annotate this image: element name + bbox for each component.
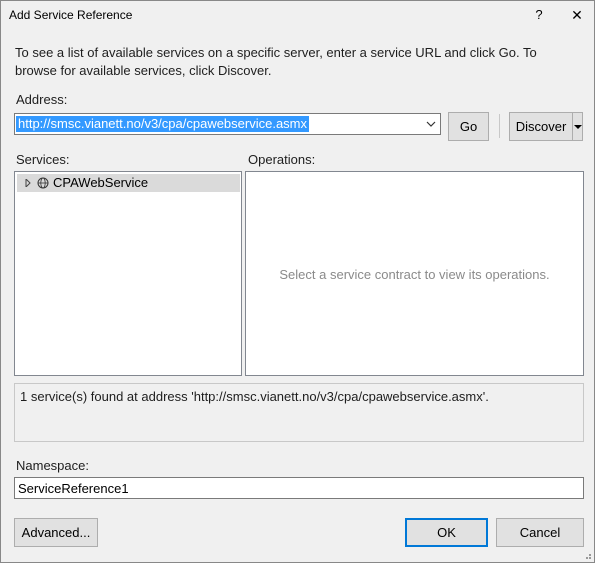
services-label: Services:: [16, 152, 70, 167]
address-input-value[interactable]: http://smsc.vianett.no/v3/cpa/cpawebserv…: [16, 116, 310, 132]
help-button[interactable]: ?: [528, 5, 550, 25]
address-label: Address:: [16, 92, 68, 107]
window-title: Add Service Reference: [9, 8, 133, 22]
expand-arrow-icon[interactable]: [25, 179, 31, 187]
status-panel: 1 service(s) found at address 'http://sm…: [14, 383, 584, 442]
tree-item-label: CPAWebService: [53, 175, 149, 190]
resize-grip-icon[interactable]: [582, 550, 592, 560]
title-bar: Add Service Reference ? ✕: [1, 1, 594, 29]
status-text: 1 service(s) found at address 'http://sm…: [20, 389, 489, 404]
services-tree[interactable]: CPAWebService: [14, 171, 242, 376]
dropdown-arrow-icon[interactable]: [574, 124, 582, 130]
globe-icon: [37, 177, 49, 189]
advanced-button[interactable]: Advanced...: [14, 518, 98, 547]
split-divider: [572, 113, 573, 140]
tree-item-cpawebservice[interactable]: CPAWebService: [17, 174, 240, 192]
add-service-reference-dialog: Add Service Reference ? ✕ To see a list …: [0, 0, 595, 563]
ok-button[interactable]: OK: [405, 518, 488, 547]
namespace-label: Namespace:: [16, 458, 89, 473]
discover-button[interactable]: Discover: [510, 113, 572, 140]
toolbar-separator: [499, 114, 500, 138]
operations-label: Operations:: [248, 152, 316, 167]
address-combobox[interactable]: http://smsc.vianett.no/v3/cpa/cpawebserv…: [14, 113, 441, 135]
instructions-text: To see a list of available services on a…: [15, 45, 537, 78]
namespace-input[interactable]: [15, 478, 583, 498]
go-button[interactable]: Go: [448, 112, 489, 141]
chevron-down-icon[interactable]: [425, 117, 437, 131]
operations-list[interactable]: Select a service contract to view its op…: [245, 171, 584, 376]
close-button[interactable]: ✕: [566, 5, 588, 25]
operations-placeholder-text: Select a service contract to view its op…: [279, 267, 550, 282]
discover-split-button[interactable]: Discover: [509, 112, 583, 141]
namespace-field[interactable]: [14, 477, 584, 499]
cancel-button[interactable]: Cancel: [496, 518, 584, 547]
